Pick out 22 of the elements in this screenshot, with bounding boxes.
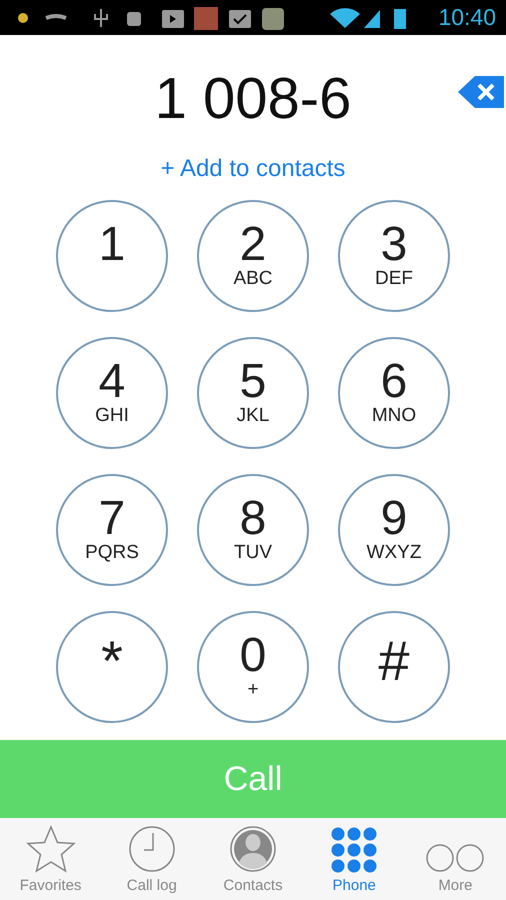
dial-key[interactable]: 8 TUV (197, 474, 309, 586)
dial-key[interactable]: * (56, 611, 168, 723)
star-icon (26, 825, 76, 873)
dial-key[interactable]: 9 WXYZ (338, 474, 450, 586)
dialed-number: 1 008-6 (154, 64, 352, 132)
more-icon (425, 843, 486, 873)
delete-icon[interactable] (458, 75, 504, 109)
dial-key[interactable]: 7 PQRS (56, 474, 168, 586)
person-icon (229, 825, 277, 873)
dial-key[interactable]: 1 (56, 200, 168, 312)
dial-key[interactable]: 3 DEF (338, 200, 450, 312)
dial-key[interactable]: 5 JKL (197, 337, 309, 449)
dial-key[interactable]: 4 GHI (56, 337, 168, 449)
clock-icon (128, 825, 176, 873)
add-to-contacts-link[interactable]: + Add to contacts (160, 155, 346, 183)
dial-key[interactable]: # (338, 611, 450, 723)
nav-tab[interactable]: Phone (304, 818, 405, 900)
dial-key[interactable]: 0 + (197, 611, 309, 723)
keypad-icon (331, 827, 378, 873)
dial-key[interactable]: 6 MNO (338, 337, 450, 449)
dial-key[interactable]: 2 ABC (197, 200, 309, 312)
clock-time: 10:40 (438, 4, 496, 31)
